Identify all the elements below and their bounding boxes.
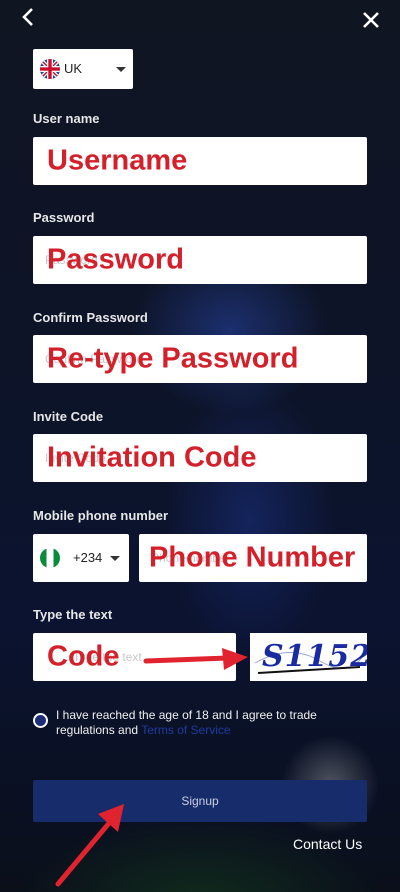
country-select[interactable]: UK bbox=[33, 49, 133, 89]
captcha-image[interactable]: S1152 bbox=[250, 633, 367, 681]
agreement-text: I have reached the age of 18 and I agree… bbox=[56, 708, 366, 738]
username-label: User name bbox=[33, 111, 100, 126]
chevron-down-icon bbox=[110, 556, 120, 561]
confirm-password-input[interactable]: Confirm Password Re-type Password bbox=[33, 335, 367, 383]
password-label: Password bbox=[33, 210, 95, 225]
uk-flag-icon bbox=[40, 59, 60, 79]
password-input[interactable]: Password Password bbox=[33, 236, 367, 284]
close-button[interactable] bbox=[362, 7, 380, 33]
invite-code-label: Invite Code bbox=[33, 409, 104, 424]
dial-code-select[interactable]: +234 bbox=[33, 534, 129, 582]
contact-us-link[interactable]: Contact Us bbox=[293, 836, 362, 852]
phone-number-annotation: Phone Number bbox=[149, 541, 356, 574]
phone-number-input[interactable]: Phone number Phone Number bbox=[139, 534, 367, 582]
terms-link[interactable]: Terms of Service bbox=[141, 723, 230, 737]
red-arrow-up-icon bbox=[55, 804, 124, 887]
mobile-label: Mobile phone number bbox=[33, 508, 169, 523]
password-annotation: Password bbox=[47, 243, 184, 276]
username-input[interactable]: Username bbox=[33, 137, 367, 185]
dial-code: +234 bbox=[73, 550, 103, 565]
captcha-text: S1152 bbox=[262, 639, 367, 674]
chevron-down-icon bbox=[116, 67, 126, 72]
red-arrow-right-icon bbox=[143, 648, 248, 670]
country-code: UK bbox=[64, 61, 83, 76]
captcha-annotation: Code bbox=[47, 640, 120, 673]
invite-code-annotation: Invitation Code bbox=[47, 441, 257, 474]
agree-radio[interactable] bbox=[33, 713, 48, 728]
close-icon bbox=[363, 12, 379, 28]
nigeria-flag-icon bbox=[40, 548, 60, 568]
confirm-password-label: Confirm Password bbox=[33, 310, 148, 325]
confirm-password-annotation: Re-type Password bbox=[47, 342, 299, 375]
back-button[interactable] bbox=[20, 6, 36, 32]
captcha-label: Type the text bbox=[33, 607, 113, 622]
invite-code-input[interactable]: Invite Code Invitation Code bbox=[33, 434, 367, 482]
username-annotation: Username bbox=[47, 144, 188, 177]
chevron-left-icon bbox=[22, 8, 33, 26]
